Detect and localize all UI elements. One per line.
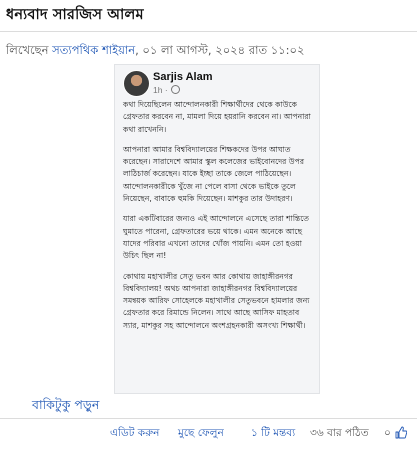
byline-prefix: লিখেছেন	[6, 43, 53, 57]
thumbs-up-icon[interactable]	[395, 426, 407, 439]
like-count: ০	[384, 427, 391, 439]
avatar	[123, 70, 150, 97]
fb-author-name: Sarjis Alam	[153, 71, 213, 83]
views-count: ৩৬ বার পঠিত	[310, 427, 369, 439]
author-link[interactable]: সত্যপথিক শাইয়ান	[52, 43, 135, 57]
fb-paragraph: কোথায় মহাখালীর সেতু ভবন আর কোথায় জাহাঙ…	[123, 271, 310, 330]
fb-paragraph: আপনারা আমার বিশ্ববিদ্যালয়ের শিক্ষকদের উ…	[123, 144, 305, 204]
fb-paragraph: কথা দিয়েছিলেন আন্দোলনকারী শিক্ষার্থীদের…	[123, 100, 311, 134]
fb-post-time: 1h ·	[153, 85, 180, 95]
fb-post-body: কথা দিয়েছিলেন আন্দোলনকারী শিক্ষার্থীদের…	[123, 99, 313, 340]
fb-time-text: 1h ·	[153, 85, 168, 95]
footer-divider	[0, 418, 417, 419]
read-more-link[interactable]: বাকিটুকু পড়ুন	[32, 397, 99, 417]
title-divider	[0, 31, 417, 32]
edit-link[interactable]: এডিট করুন	[110, 426, 159, 443]
post-footer: এডিট করুন মুছে ফেলুন ১ টি মন্তব্য ৩৬ বার…	[0, 426, 417, 444]
post-byline: লিখেছেন সত্যপথিক শাইয়ান, ০১ লা আগস্ট, ২…	[6, 42, 304, 61]
delete-link[interactable]: মুছে ফেলুন	[178, 426, 224, 443]
byline-date: , ০১ লা আগস্ট, ২০২৪ রাত ১১:০২	[135, 43, 305, 57]
comments-link[interactable]: ১ টি মন্তব্য	[251, 426, 295, 443]
fb-paragraph: যারা একটিবারের জন্যও এই আন্দোলনে এসেছে ত…	[123, 214, 310, 261]
globe-icon	[170, 85, 180, 94]
post-title: ধন্যবাদ সারজিস আলম	[6, 7, 144, 23]
embedded-facebook-post-image: Sarjis Alam 1h · কথা দিয়েছিলেন আন্দোলনক…	[114, 64, 320, 394]
